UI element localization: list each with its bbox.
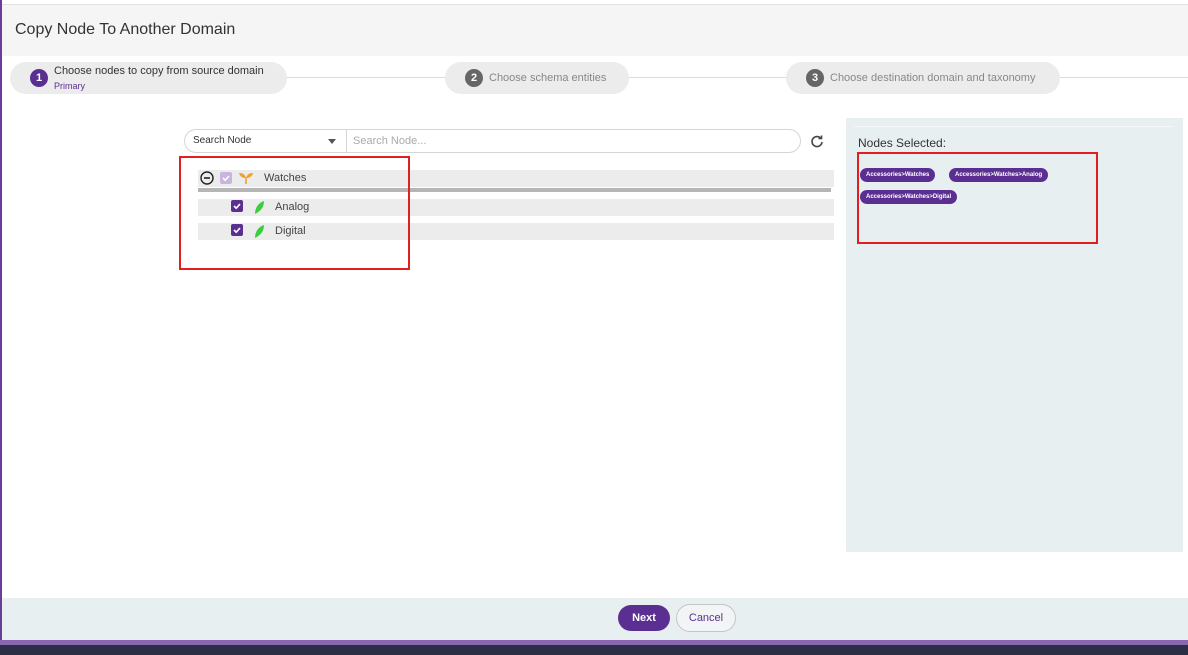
step-2[interactable]: 2 Choose schema entities (445, 62, 629, 94)
step-2-label: Choose schema entities (489, 72, 607, 84)
dialog-header: Copy Node To Another Domain (2, 4, 1188, 56)
step-1-sublabel: Primary (54, 81, 85, 91)
cancel-button[interactable]: Cancel (676, 604, 736, 632)
panel-top-line (854, 126, 1174, 127)
search-type-select[interactable]: Search Node (184, 129, 346, 153)
dialog-title: Copy Node To Another Domain (15, 21, 236, 38)
search-type-value: Search Node (193, 135, 252, 146)
step-1-number: 1 (30, 69, 48, 87)
search-input[interactable] (346, 129, 801, 153)
step-2-number: 2 (465, 69, 483, 87)
highlight-box-tree (179, 156, 410, 270)
step-3-number: 3 (806, 69, 824, 87)
caret-down-icon (328, 139, 336, 144)
selected-nodes-title: Nodes Selected: (858, 136, 947, 150)
highlight-box-selected (857, 152, 1098, 244)
dialog-footer: Next Cancel (2, 598, 1188, 640)
next-button[interactable]: Next (618, 605, 670, 631)
stepper: 1 Choose nodes to copy from source domai… (2, 56, 1188, 106)
refresh-icon[interactable] (810, 134, 824, 148)
step-1[interactable]: 1 Choose nodes to copy from source domai… (10, 62, 287, 94)
step-3-label: Choose destination domain and taxonomy (830, 72, 1036, 84)
taskbar (0, 645, 1188, 655)
step-connector (1060, 77, 1188, 78)
step-connector (287, 77, 447, 78)
step-1-label: Choose nodes to copy from source domain (54, 65, 264, 77)
step-connector (629, 77, 789, 78)
step-3[interactable]: 3 Choose destination domain and taxonomy (786, 62, 1060, 94)
